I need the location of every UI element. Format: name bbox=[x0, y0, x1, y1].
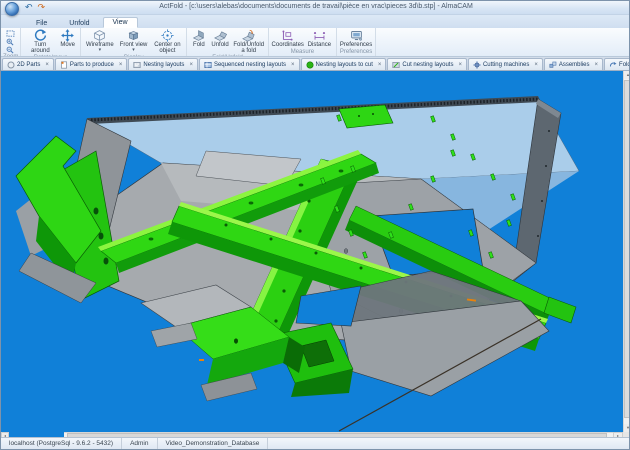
move-label: Move bbox=[60, 42, 75, 48]
doc-tab-sequenced-nesting-layouts[interactable]: Sequenced nesting layouts × bbox=[199, 58, 300, 70]
doc-tab-label: Sequenced nesting layouts bbox=[214, 62, 286, 68]
nesting-to-cut-icon bbox=[306, 61, 314, 69]
turn-around-icon bbox=[34, 29, 47, 42]
unfold-button[interactable]: Unfold bbox=[208, 29, 231, 48]
close-icon[interactable]: × bbox=[116, 62, 123, 68]
doc-tab-2d-parts[interactable]: 2D Parts × bbox=[2, 58, 54, 70]
ribbon-group-zoom: Zoom bbox=[1, 28, 21, 56]
fold-label: Fold bbox=[193, 42, 205, 48]
ribbon-group-preferences: Preferences Preferences bbox=[337, 28, 376, 56]
doc-tab-nesting-layouts-to-cut[interactable]: Nesting layouts to cut × bbox=[301, 58, 387, 70]
scroll-up-icon[interactable]: ▲ bbox=[624, 71, 630, 79]
tab-unfold[interactable]: Unfold bbox=[60, 19, 98, 28]
cut-nesting-icon bbox=[392, 61, 400, 69]
close-icon[interactable]: × bbox=[186, 62, 193, 68]
doc-tab-label: 2D Parts bbox=[17, 62, 40, 68]
move-icon bbox=[61, 29, 74, 42]
doc-tab-parts-to-produce[interactable]: Parts to produce × bbox=[55, 58, 128, 70]
actfold-window: ↶ ↷ ActFold - [c:\users\alebas\documents… bbox=[0, 0, 630, 450]
doc-tab-label: Parts to produce bbox=[70, 62, 114, 68]
ribbon-group-measure: Coordinates Distance Measure bbox=[269, 28, 337, 56]
folding-parts-icon bbox=[609, 61, 617, 69]
close-icon[interactable]: × bbox=[288, 62, 295, 68]
center-on-object-icon bbox=[161, 29, 174, 42]
vertical-scrollbar-thumb[interactable] bbox=[624, 80, 630, 418]
ribbon-group-fold-unfold: Fold Unfold Fold/Unfold a fold Fold/Unfo… bbox=[187, 28, 268, 56]
assemblies-icon bbox=[549, 61, 557, 69]
title-bar: ↶ ↷ ActFold - [c:\users\alebas\documents… bbox=[1, 1, 630, 15]
model-viewport[interactable]: ▲ ▼ ◂ ▸ bbox=[1, 71, 630, 439]
parts-to-produce-icon bbox=[60, 61, 68, 69]
preferences-icon bbox=[350, 29, 363, 42]
wireframe-button[interactable]: Wireframe ▾ bbox=[83, 29, 117, 54]
ribbon-group-rotate-move: Turn around Move Rotate/move bbox=[21, 28, 81, 56]
doc-tab-cutting-machines[interactable]: Cutting machines × bbox=[468, 58, 543, 70]
status-database: Video_Demonstration_Database bbox=[158, 438, 269, 449]
cutting-machines-icon bbox=[473, 61, 481, 69]
fold-unfold-a-fold-button[interactable]: Fold/Unfold a fold bbox=[232, 29, 266, 55]
vertical-scrollbar[interactable]: ▲ ▼ bbox=[623, 71, 630, 432]
status-user: Admin bbox=[122, 438, 157, 449]
doc-tab-label: Assemblies bbox=[559, 62, 590, 68]
close-icon[interactable]: × bbox=[531, 62, 538, 68]
preferences-label: Preferences bbox=[340, 42, 372, 48]
doc-tab-assemblies[interactable]: Assemblies × bbox=[544, 58, 603, 70]
distance-label: Distance bbox=[308, 42, 331, 48]
front-view-icon bbox=[127, 29, 140, 42]
ribbon: Zoom Turn around Move Rotate/move bbox=[1, 28, 630, 57]
close-icon[interactable]: × bbox=[455, 62, 462, 68]
turn-around-label: Turn around bbox=[26, 42, 54, 55]
fold-button[interactable]: Fold bbox=[189, 29, 208, 48]
zoom-fit-icon[interactable] bbox=[5, 30, 15, 37]
sequenced-nesting-icon bbox=[204, 61, 212, 69]
ribbon-tab-bar: File Unfold View bbox=[1, 15, 630, 28]
doc-tab-label: Cut nesting layouts bbox=[402, 62, 453, 68]
group-label-preferences: Preferences bbox=[339, 49, 373, 56]
tab-file[interactable]: File bbox=[27, 19, 56, 28]
doc-tab-label: Folding parts bbox=[619, 62, 630, 68]
tab-view[interactable]: View bbox=[103, 17, 138, 28]
coordinates-label: Coordinates bbox=[272, 42, 304, 48]
close-icon[interactable]: × bbox=[375, 62, 382, 68]
doc-tab-label: Cutting machines bbox=[483, 62, 529, 68]
front-view-dropdown-icon[interactable]: ▾ bbox=[132, 48, 135, 53]
fold-unfold-a-fold-label: Fold/Unfold a fold bbox=[233, 42, 264, 55]
front-view-button[interactable]: Front view ▾ bbox=[117, 29, 151, 54]
doc-tab-label: Nesting layouts to cut bbox=[316, 62, 373, 68]
wireframe-dropdown-icon[interactable]: ▾ bbox=[99, 48, 102, 53]
unfold-label: Unfold bbox=[211, 42, 228, 48]
distance-button[interactable]: Distance bbox=[305, 29, 334, 48]
close-icon[interactable]: × bbox=[592, 62, 599, 68]
center-on-object-button[interactable]: Center on object bbox=[150, 29, 184, 55]
fold-unfold-a-fold-icon bbox=[242, 29, 255, 42]
center-on-object-label: Center on object bbox=[153, 42, 181, 55]
status-bar: localhost (PostgreSql - 9.6.2 - 5432) Ad… bbox=[1, 437, 630, 449]
app-menu-orb-icon[interactable] bbox=[5, 2, 19, 16]
doc-tab-folding-parts[interactable]: Folding parts × bbox=[604, 58, 630, 70]
move-button[interactable]: Move bbox=[57, 29, 78, 48]
document-tab-bar: 2D Parts × Parts to produce × Nesting la… bbox=[1, 57, 630, 71]
part-icon bbox=[7, 61, 15, 69]
group-label-measure: Measure bbox=[271, 49, 334, 56]
sheet-metal-3d-model bbox=[1, 71, 623, 432]
zoom-in-icon[interactable] bbox=[5, 38, 15, 45]
doc-tab-label: Nesting layouts bbox=[143, 62, 184, 68]
doc-tab-nesting-layouts[interactable]: Nesting layouts × bbox=[128, 58, 198, 70]
distance-icon bbox=[313, 29, 326, 42]
status-connection: localhost (PostgreSql - 9.6.2 - 5432) bbox=[1, 438, 122, 449]
turn-around-button[interactable]: Turn around bbox=[23, 29, 57, 55]
window-title: ActFold - [c:\users\alebas\documents\doc… bbox=[1, 3, 630, 10]
coordinates-button[interactable]: Coordinates bbox=[271, 29, 305, 48]
coordinates-icon bbox=[281, 29, 294, 42]
wireframe-icon bbox=[93, 29, 106, 42]
unfold-icon bbox=[214, 29, 227, 42]
ribbon-group-display: Wireframe ▾ Front view ▾ Center on objec… bbox=[81, 28, 187, 56]
scroll-down-icon[interactable]: ▼ bbox=[624, 424, 630, 432]
zoom-out-icon[interactable] bbox=[5, 46, 15, 53]
fold-icon bbox=[192, 29, 205, 42]
preferences-button[interactable]: Preferences bbox=[339, 29, 373, 48]
doc-tab-cut-nesting-layouts[interactable]: Cut nesting layouts × bbox=[387, 58, 467, 70]
close-icon[interactable]: × bbox=[42, 62, 49, 68]
nesting-layouts-icon bbox=[133, 61, 141, 69]
